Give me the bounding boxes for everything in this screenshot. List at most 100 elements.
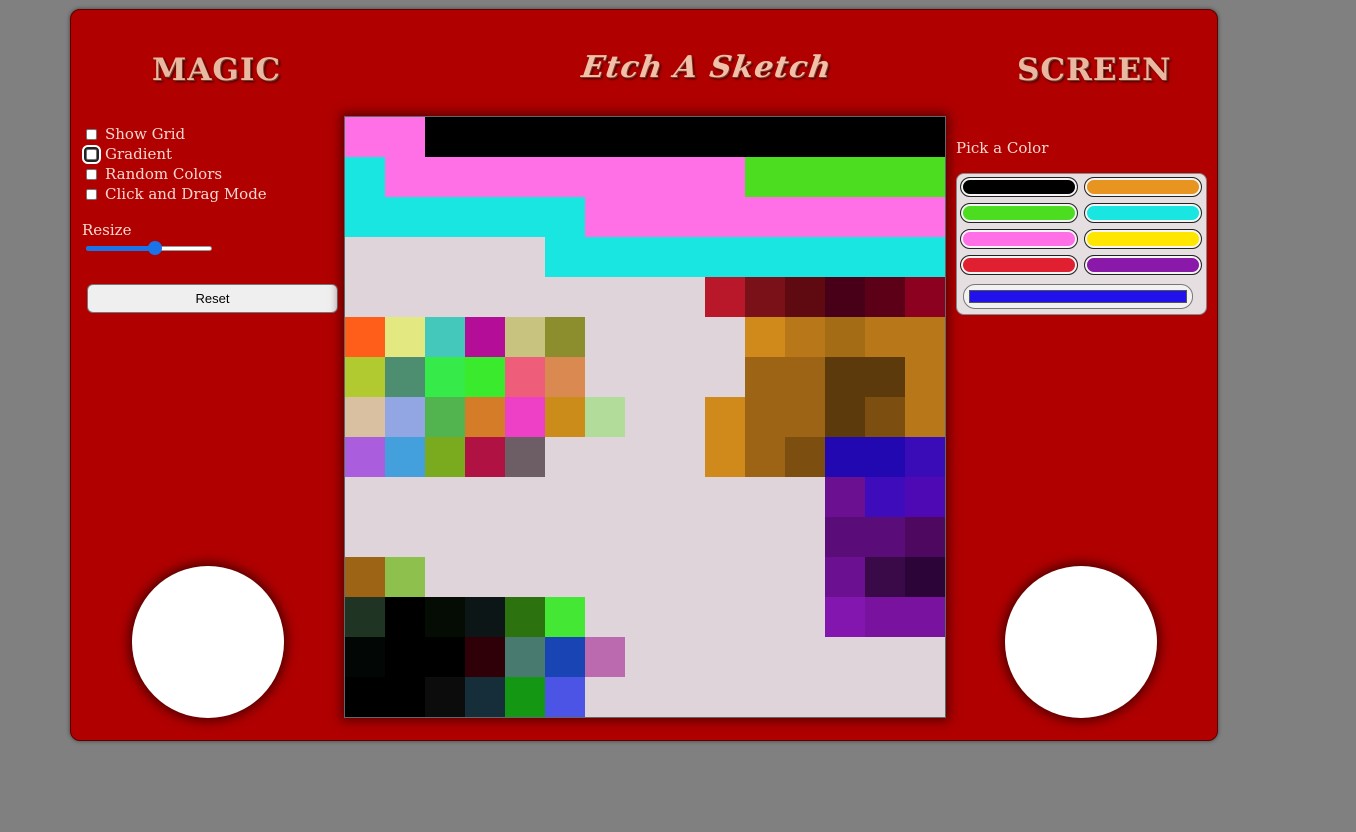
grid-cell[interactable]	[705, 157, 745, 197]
grid-cell[interactable]	[465, 357, 505, 397]
grid-cell[interactable]	[505, 437, 545, 477]
grid-cell[interactable]	[905, 237, 945, 277]
grid-cell[interactable]	[345, 397, 385, 437]
grid-cell[interactable]	[865, 557, 905, 597]
gradient-checkbox[interactable]	[82, 144, 101, 164]
grid-cell[interactable]	[585, 637, 625, 677]
grid-cell[interactable]	[545, 397, 585, 437]
grid-cell[interactable]	[625, 197, 665, 237]
grid-cell[interactable]	[425, 197, 465, 237]
grid-cell[interactable]	[545, 597, 585, 637]
grid-cell[interactable]	[905, 117, 945, 157]
slider-thumb[interactable]	[148, 241, 162, 255]
grid-cell[interactable]	[345, 557, 385, 597]
color-swatch[interactable]	[1084, 255, 1202, 275]
grid-cell[interactable]	[545, 637, 585, 677]
grid-cell[interactable]	[425, 597, 465, 637]
grid-cell[interactable]	[505, 677, 545, 717]
grid-cell[interactable]	[825, 437, 865, 477]
grid-cell[interactable]	[825, 397, 865, 437]
grid-cell[interactable]	[785, 117, 825, 157]
grid-cell[interactable]	[825, 317, 865, 357]
color-swatch[interactable]	[1084, 203, 1202, 223]
grid-cell[interactable]	[905, 557, 945, 597]
grid-cell[interactable]	[905, 317, 945, 357]
grid-cell[interactable]	[385, 317, 425, 357]
color-swatch[interactable]	[960, 255, 1078, 275]
grid-cell[interactable]	[425, 317, 465, 357]
random-colors-checkbox[interactable]	[86, 168, 97, 180]
grid-cell[interactable]	[905, 277, 945, 317]
grid-cell[interactable]	[865, 517, 905, 557]
grid-cell[interactable]	[505, 317, 545, 357]
grid-cell[interactable]	[705, 397, 745, 437]
show-grid-checkbox[interactable]	[86, 128, 97, 140]
grid-cell[interactable]	[825, 517, 865, 557]
grid-cell[interactable]	[465, 437, 505, 477]
drawing-screen[interactable]	[344, 116, 946, 718]
grid-cell[interactable]	[465, 197, 505, 237]
grid-cell[interactable]	[865, 117, 905, 157]
grid-cell[interactable]	[345, 677, 385, 717]
grid-cell[interactable]	[865, 317, 905, 357]
grid-cell[interactable]	[505, 397, 545, 437]
grid-cell[interactable]	[505, 637, 545, 677]
grid-cell[interactable]	[545, 237, 585, 277]
grid-cell[interactable]	[785, 157, 825, 197]
grid-cell[interactable]	[745, 277, 785, 317]
grid-cell[interactable]	[425, 357, 465, 397]
grid-cell[interactable]	[345, 317, 385, 357]
grid-cell[interactable]	[425, 437, 465, 477]
grid-cell[interactable]	[385, 677, 425, 717]
grid-cell[interactable]	[345, 197, 385, 237]
grid-cell[interactable]	[785, 437, 825, 477]
grid-cell[interactable]	[465, 157, 505, 197]
grid-cell[interactable]	[745, 157, 785, 197]
grid-cell[interactable]	[785, 277, 825, 317]
grid-cell[interactable]	[345, 117, 385, 157]
grid-cell[interactable]	[385, 637, 425, 677]
grid-cell[interactable]	[345, 357, 385, 397]
grid-cell[interactable]	[505, 597, 545, 637]
grid-cell[interactable]	[865, 437, 905, 477]
option-gradient[interactable]: Gradient	[82, 144, 267, 164]
grid-cell[interactable]	[665, 157, 705, 197]
grid-cell[interactable]	[665, 237, 705, 277]
color-swatch[interactable]	[960, 203, 1078, 223]
grid-cell[interactable]	[385, 557, 425, 597]
grid-cell[interactable]	[545, 357, 585, 397]
grid-cell[interactable]	[705, 237, 745, 277]
grid-cell[interactable]	[385, 437, 425, 477]
grid-cell[interactable]	[745, 397, 785, 437]
grid-cell[interactable]	[705, 277, 745, 317]
grid-cell[interactable]	[385, 597, 425, 637]
color-swatch[interactable]	[1084, 229, 1202, 249]
grid-cell[interactable]	[505, 117, 545, 157]
grid-cell[interactable]	[425, 157, 465, 197]
grid-cell[interactable]	[785, 317, 825, 357]
grid-cell[interactable]	[385, 157, 425, 197]
grid-cell[interactable]	[905, 597, 945, 637]
grid-cell[interactable]	[705, 117, 745, 157]
grid-cell[interactable]	[465, 597, 505, 637]
grid-cell[interactable]	[545, 157, 585, 197]
grid-cell[interactable]	[465, 637, 505, 677]
grid-cell[interactable]	[585, 397, 625, 437]
option-click-drag-mode[interactable]: Click and Drag Mode	[84, 184, 267, 204]
grid-cell[interactable]	[505, 157, 545, 197]
grid-cell[interactable]	[785, 357, 825, 397]
grid-cell[interactable]	[825, 277, 865, 317]
grid-cell[interactable]	[905, 477, 945, 517]
color-swatch[interactable]	[960, 229, 1078, 249]
grid-cell[interactable]	[425, 397, 465, 437]
grid-cell[interactable]	[345, 637, 385, 677]
grid-cell[interactable]	[825, 197, 865, 237]
grid-cell[interactable]	[745, 237, 785, 277]
grid-cell[interactable]	[905, 197, 945, 237]
grid-cell[interactable]	[745, 197, 785, 237]
grid-cell[interactable]	[825, 477, 865, 517]
grid-cell[interactable]	[465, 677, 505, 717]
grid-cell[interactable]	[825, 157, 865, 197]
option-random-colors[interactable]: Random Colors	[84, 164, 267, 184]
grid-cell[interactable]	[625, 117, 665, 157]
